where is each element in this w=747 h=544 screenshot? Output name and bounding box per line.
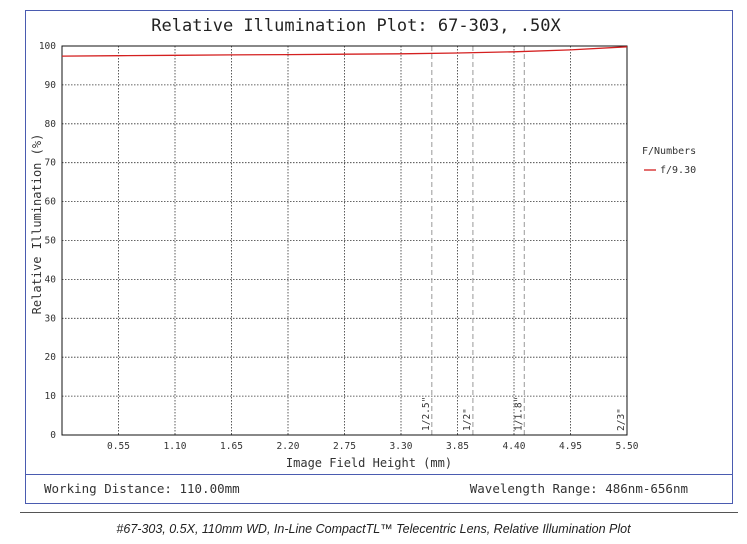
y-tick-label: 90 xyxy=(45,80,57,91)
y-axis-label: Relative Illumination (%) xyxy=(30,134,44,315)
x-tick-label: 4.40 xyxy=(503,441,526,452)
x-axis-label: Image Field Height (mm) xyxy=(286,456,452,470)
y-tick-label: 0 xyxy=(50,430,56,441)
working-distance-label: Working Distance: 110.00mm xyxy=(44,481,240,496)
caption-divider xyxy=(20,512,738,513)
y-tick-label: 70 xyxy=(45,158,57,169)
x-tick-label: 1.10 xyxy=(164,441,187,452)
y-tick-label: 30 xyxy=(45,313,57,324)
sensor-marker-label: 1/1.8" xyxy=(513,397,524,431)
x-tick-label: 4.95 xyxy=(559,441,582,452)
x-tick-label: 1.65 xyxy=(220,441,243,452)
y-tick-label: 60 xyxy=(45,197,57,208)
y-tick-label: 10 xyxy=(45,391,57,402)
sensor-marker-label: 2/3" xyxy=(616,408,627,431)
legend-title: F/Numbers xyxy=(642,146,696,157)
y-tick-label: 80 xyxy=(45,119,57,130)
y-tick-label: 50 xyxy=(45,236,57,247)
grid-layer xyxy=(62,46,627,435)
x-tick-label: 0.55 xyxy=(107,441,130,452)
figure-caption: #67-303, 0.5X, 110mm WD, In-Line Compact… xyxy=(116,522,631,536)
x-tick-label: 2.20 xyxy=(277,441,300,452)
y-tick-label: 40 xyxy=(45,274,57,285)
x-tick-label: 5.50 xyxy=(616,441,639,452)
y-tick-label: 20 xyxy=(45,352,57,363)
x-tick-label: 3.85 xyxy=(446,441,469,452)
chart-frame: Relative Illumination Plot: 67-303, .50X… xyxy=(25,10,733,504)
relative-illumination-chart: Relative Illumination Plot: 67-303, .50X… xyxy=(30,16,696,470)
footer-divider xyxy=(26,474,732,475)
axes: 0 10 20 30 40 50 60 70 80 90 100 0.55 1.10 1.65 2.20 2.… xyxy=(39,41,639,452)
series-layer xyxy=(61,46,628,57)
series-line xyxy=(61,46,628,57)
chart-title: Relative Illumination Plot: 67-303, .50X xyxy=(151,16,561,36)
sensor-marker-label: 1/2" xyxy=(462,408,473,431)
y-tick-label: 100 xyxy=(39,41,56,52)
sensor-marker-label: 1/2.5" xyxy=(421,397,432,431)
wavelength-range-label: Wavelength Range: 486nm-656nm xyxy=(469,481,688,496)
legend-entries: f/9.30 xyxy=(644,165,696,176)
x-tick-label: 2.75 xyxy=(333,441,356,452)
x-tick-label: 3.30 xyxy=(390,441,413,452)
legend: F/Numbers f/9.30 xyxy=(642,146,696,176)
legend-entry-label: f/9.30 xyxy=(660,165,696,176)
